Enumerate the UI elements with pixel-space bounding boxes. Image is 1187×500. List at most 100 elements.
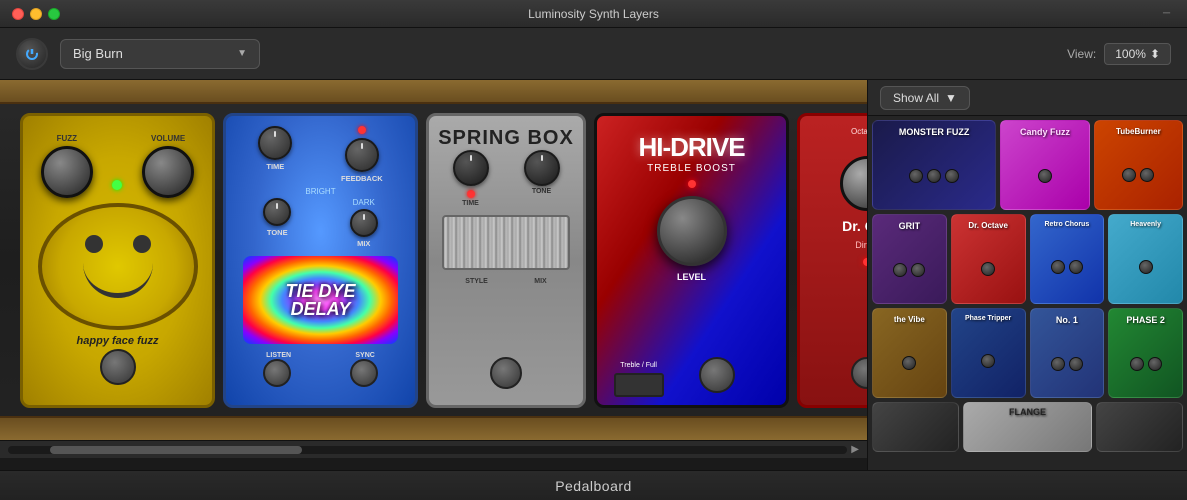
- sp-monster-knob1[interactable]: [909, 169, 923, 183]
- fuzz-footswitch[interactable]: [100, 349, 136, 385]
- fuzz-knob[interactable]: [41, 146, 93, 198]
- octave-knob[interactable]: [840, 156, 868, 211]
- spring-time-knob[interactable]: [453, 150, 489, 186]
- pedal-tie-dye-delay[interactable]: TIME FEEDBACK BRIGHT: [223, 113, 418, 408]
- bottom-bar: Pedalboard: [0, 470, 1187, 500]
- octave-direct-label: Direct: [855, 240, 867, 250]
- sp-heavenly-title: Heavenly: [1130, 221, 1161, 228]
- view-percentage-dropdown[interactable]: 100% ⬍: [1104, 43, 1171, 65]
- maximize-button[interactable]: [48, 8, 60, 20]
- hidrive-led: [688, 180, 696, 188]
- view-label: View:: [1067, 47, 1096, 61]
- time-knob[interactable]: [258, 126, 292, 160]
- sidebar-pedal-dr-octave[interactable]: Dr. Octave: [951, 214, 1026, 304]
- listen-label: LISTEN: [266, 352, 291, 359]
- top-bar: Big Burn ▼ View: 100% ⬍: [0, 28, 1187, 80]
- sp-candy-title: Candy Fuzz: [1020, 127, 1070, 137]
- bright-label: BRIGHT: [305, 187, 335, 196]
- octave-label-top: Octave 1: [851, 127, 867, 136]
- delay-footswitch-left[interactable]: [263, 359, 291, 387]
- sp-retro-knob2[interactable]: [1069, 260, 1083, 274]
- sp-grit-knob1[interactable]: [893, 263, 907, 277]
- sp-vibe-knob1[interactable]: [902, 356, 916, 370]
- hidrive-level-knob[interactable]: [657, 196, 727, 266]
- fuzz-label: FUZZ: [57, 134, 77, 143]
- main-area: FUZZ VOLUME: [0, 80, 1187, 470]
- sp-retro-knob1[interactable]: [1051, 260, 1065, 274]
- minimize-button[interactable]: [30, 8, 42, 20]
- sidebar-pedal-no1[interactable]: No. 1: [1030, 308, 1105, 398]
- sp-no1-knob2[interactable]: [1069, 357, 1083, 371]
- hidrive-title: HI-DRIVE: [638, 132, 744, 163]
- power-icon: [24, 46, 40, 62]
- sidebar-pedal-bottom1[interactable]: [872, 402, 959, 452]
- sidebar-row-1: MONSTER FUZZ Candy Fuzz: [872, 120, 1183, 210]
- sp-phase2-knob2[interactable]: [1148, 357, 1162, 371]
- chevron-down-icon: ▼: [237, 48, 247, 59]
- sidebar-pedal-monster-fuzz[interactable]: MONSTER FUZZ: [872, 120, 996, 210]
- octave-footswitch[interactable]: [851, 357, 867, 389]
- sidebar-pedal-grid: MONSTER FUZZ Candy Fuzz: [868, 116, 1187, 470]
- close-button[interactable]: [12, 8, 24, 20]
- horizontal-scrollbar[interactable]: ▶: [0, 440, 867, 458]
- window-minimize-icon: ─: [1163, 8, 1175, 20]
- sidebar-pedal-heavenly[interactable]: Heavenly: [1108, 214, 1183, 304]
- hidrive-bottom-controls: Treble / Full: [614, 357, 770, 397]
- sp-retro-title: Retro Chorus: [1045, 221, 1090, 228]
- bottom-label: Pedalboard: [555, 478, 632, 494]
- pedal-spring-box[interactable]: SPRING BOX TIME TONE: [426, 113, 586, 408]
- sp-phasetrip-knob1[interactable]: [981, 354, 995, 368]
- sp-grit-knob2[interactable]: [911, 263, 925, 277]
- power-button[interactable]: [16, 38, 48, 70]
- sidebar-pedal-bottom3[interactable]: [1096, 402, 1183, 452]
- hidrive-treble-label: Treble / Full: [620, 362, 657, 369]
- sidebar-pedal-tube-burner[interactable]: TubeΒurner: [1094, 120, 1183, 210]
- scroll-right-arrow[interactable]: ▶: [851, 444, 859, 455]
- preset-dropdown[interactable]: Big Burn ▼: [60, 39, 260, 69]
- sidebar-pedal-flanger[interactable]: FLANGE: [963, 402, 1092, 452]
- sp-monster-knob2[interactable]: [927, 169, 941, 183]
- sp-phase2-knob1[interactable]: [1130, 357, 1144, 371]
- hidrive-toggle-switch[interactable]: [614, 373, 664, 397]
- sync-label: SYNC: [355, 352, 374, 359]
- hidrive-level-label: LEVEL: [677, 272, 706, 282]
- sp-candy-knob1[interactable]: [1038, 169, 1052, 183]
- sp-heavenly-knob1[interactable]: [1139, 260, 1153, 274]
- sidebar-pedal-phase2[interactable]: PHASE 2: [1108, 308, 1183, 398]
- sp-phase2-title: PHASE 2: [1126, 315, 1165, 325]
- window-controls: [12, 8, 60, 20]
- view-controls: View: 100% ⬍: [1067, 43, 1171, 65]
- pedal-hi-drive[interactable]: HI-DRIVE TREBLE BOOST LEVEL Treble / Ful…: [594, 113, 789, 408]
- scroll-track[interactable]: [8, 446, 847, 454]
- fuzz-led-green: [112, 180, 122, 190]
- sp-tube-knob2[interactable]: [1140, 168, 1154, 182]
- sidebar-pedal-retro-chorus[interactable]: Retro Chorus: [1030, 214, 1105, 304]
- sidebar-pedal-phase-tripper[interactable]: Phase Tripper: [951, 308, 1026, 398]
- spring-footswitch[interactable]: [490, 357, 522, 389]
- pedal-happy-face-fuzz[interactable]: FUZZ VOLUME: [20, 113, 215, 408]
- sp-droctave-knob1[interactable]: [981, 262, 995, 276]
- scroll-thumb[interactable]: [50, 446, 302, 454]
- volume-knob[interactable]: [142, 146, 194, 198]
- feedback-knob[interactable]: [345, 138, 379, 172]
- pedal-dr-octave[interactable]: Octave 1 Dr. Oct. Direct: [797, 113, 867, 408]
- show-all-button[interactable]: Show All ▼: [880, 86, 970, 110]
- sp-monster-knob3[interactable]: [945, 169, 959, 183]
- spring-coils-graphic: [442, 215, 570, 270]
- mix-center-knob[interactable]: [350, 209, 378, 237]
- delay-footswitch-right[interactable]: [350, 359, 378, 387]
- sp-no1-knob1[interactable]: [1051, 357, 1065, 371]
- fuzz-face-graphic: [38, 203, 198, 331]
- spring-tone-knob[interactable]: [524, 150, 560, 186]
- view-chevron-icon: ⬍: [1150, 47, 1160, 61]
- sp-tube-knob1[interactable]: [1122, 168, 1136, 182]
- sidebar-pedal-candy-fuzz[interactable]: Candy Fuzz: [1000, 120, 1089, 210]
- spring-box-title: SPRING BOX: [438, 127, 574, 150]
- hidrive-footswitch[interactable]: [699, 357, 735, 393]
- tone-knob[interactable]: [263, 198, 291, 226]
- sidebar-pedal-grit[interactable]: GRIT: [872, 214, 947, 304]
- sidebar-pedal-vibe[interactable]: the Vibe: [872, 308, 947, 398]
- fuzz-footswitch-area: [100, 349, 136, 385]
- pedalboard-inner: FUZZ VOLUME: [0, 80, 867, 440]
- show-all-label: Show All: [893, 91, 939, 105]
